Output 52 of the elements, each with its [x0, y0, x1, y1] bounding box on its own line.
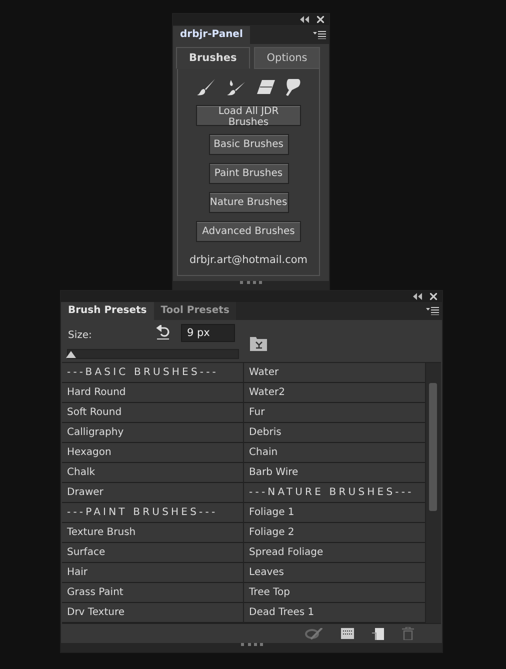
brush-preset[interactable]: Chalk [67, 467, 96, 478]
panel-icon[interactable] [341, 628, 354, 640]
smudge-icon[interactable] [285, 78, 301, 96]
brush-preset[interactable]: Water [249, 367, 279, 378]
tab[interactable]: Tool Presets [154, 302, 236, 320]
collapse-icon[interactable] [300, 16, 309, 23]
brush-preset[interactable]: Leaves [249, 567, 284, 578]
section-header: ---BASIC BRUSHES--- [67, 367, 219, 378]
brush-set-button[interactable]: Nature Brushes [208, 192, 288, 213]
reset-icon[interactable] [156, 324, 170, 340]
tab[interactable]: Brush Presets [61, 302, 154, 320]
brush-preset[interactable]: Foliage 1 [249, 507, 294, 518]
brush-preset[interactable]: Drv Texture [67, 607, 125, 618]
size-label: Size: [68, 330, 92, 341]
brush-preset[interactable]: Hard Round [67, 387, 126, 398]
brush-set-button[interactable]: Load All JDR Brushes [196, 105, 301, 126]
brush-preset[interactable]: Soft Round [67, 407, 122, 418]
resize-grip[interactable] [173, 281, 329, 290]
brush-preset[interactable]: Hair [67, 567, 88, 578]
slider-thumb[interactable] [66, 350, 76, 359]
close-icon[interactable] [317, 16, 324, 23]
new-preset-icon[interactable] [372, 628, 384, 640]
section-header: ---PAINT BRUSHES--- [67, 507, 218, 518]
brush-set-button[interactable]: Basic Brushes [208, 134, 288, 155]
brush-preset[interactable]: Barb Wire [249, 467, 298, 478]
folder-icon[interactable] [250, 334, 267, 351]
brush-preset[interactable]: Calligraphy [67, 427, 124, 438]
brush-drop-icon[interactable] [225, 78, 247, 96]
brush-preset[interactable]: Surface [67, 547, 106, 558]
resize-grip[interactable] [61, 643, 442, 652]
brush-preset[interactable]: Tree Top [249, 587, 290, 598]
email-text: drbjr.art@hotmail.com [189, 254, 308, 266]
brush-preset[interactable]: Chain [249, 447, 278, 458]
brush-preset[interactable]: Grass Paint [67, 587, 124, 598]
tab[interactable]: Options [254, 47, 320, 69]
brush-toggle-icon[interactable] [305, 628, 323, 640]
brush-preset[interactable]: Hexagon [67, 447, 112, 458]
section-header: ---NATURE BRUSHES--- [249, 487, 414, 498]
close-icon[interactable] [430, 292, 437, 300]
brush-preset[interactable]: Fur [249, 407, 265, 418]
tab[interactable]: drbjr-Panel [173, 26, 250, 44]
menu-icon[interactable] [313, 30, 326, 38]
brush-preset[interactable]: Drawer [67, 487, 104, 498]
brush-set-button[interactable]: Paint Brushes [208, 163, 288, 184]
brush-preset[interactable]: Foliage 2 [249, 527, 294, 538]
menu-icon[interactable] [426, 306, 439, 315]
eraser-icon[interactable] [256, 79, 276, 95]
size-field[interactable]: 9 px [181, 324, 235, 342]
brush-preset[interactable]: Water2 [249, 387, 285, 398]
brush-set-button[interactable]: Advanced Brushes [196, 221, 301, 242]
brush-preset[interactable]: Debris [249, 427, 282, 438]
tab[interactable]: Brushes [176, 47, 250, 69]
